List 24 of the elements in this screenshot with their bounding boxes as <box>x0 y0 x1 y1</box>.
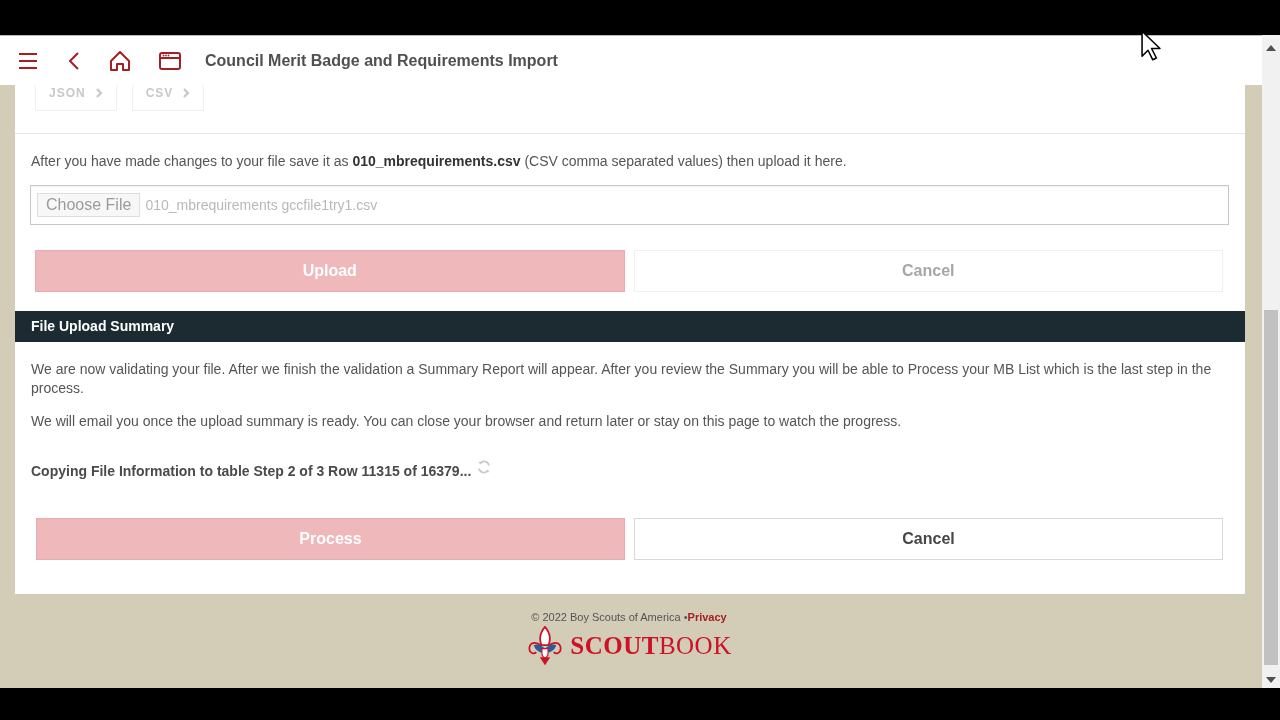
chevron-left-icon <box>69 51 79 70</box>
info-paragraph: We will email you once the upload summary is ready. You can close your browser and return later or stay on this page to watch the progress. <box>31 412 903 431</box>
info-paragraph: We are now validating your file. After we finish the validation a Summary Report will appear. After you review the Summary you will be able to Process your MB List which is the last step in the process. <box>31 360 1213 398</box>
file-name-text: 010_mbrequirements gccfile1try1.csv <box>145 197 378 213</box>
refresh-icon <box>477 460 492 474</box>
copyright-text: © 2022 Boy Scouts of America • <box>531 611 688 623</box>
chevron-right-icon <box>95 87 103 98</box>
brand-wordmark: SCOUTBOOK <box>570 632 732 660</box>
instruction-text: After you have made changes to your file save it as 010_mbrequirements.csv (CSV comma separated values) then upload it here. <box>31 152 848 171</box>
progress-text: Copying File Information to table Step 2 of 3 Row 11315 of 16379... <box>31 462 472 481</box>
scroll-up-arrow-icon[interactable] <box>1266 45 1276 51</box>
cancel-button[interactable]: Cancel <box>634 518 1223 560</box>
home-button[interactable] <box>109 48 131 73</box>
vertical-scrollbar[interactable] <box>1262 35 1280 688</box>
scroll-down-arrow-icon[interactable] <box>1266 677 1276 683</box>
home-icon <box>110 50 130 71</box>
scrollbar-thumb[interactable] <box>1264 310 1278 665</box>
fleur-de-lis-icon <box>526 626 565 666</box>
privacy-link[interactable]: Privacy <box>687 611 727 623</box>
browser-window-icon <box>159 51 181 70</box>
chevron-right-icon <box>183 87 191 98</box>
page-title: Council Merit Badge and Requirements Import <box>205 51 558 70</box>
menu-icon <box>19 52 37 69</box>
section-header: File Upload Summary <box>15 311 1245 342</box>
